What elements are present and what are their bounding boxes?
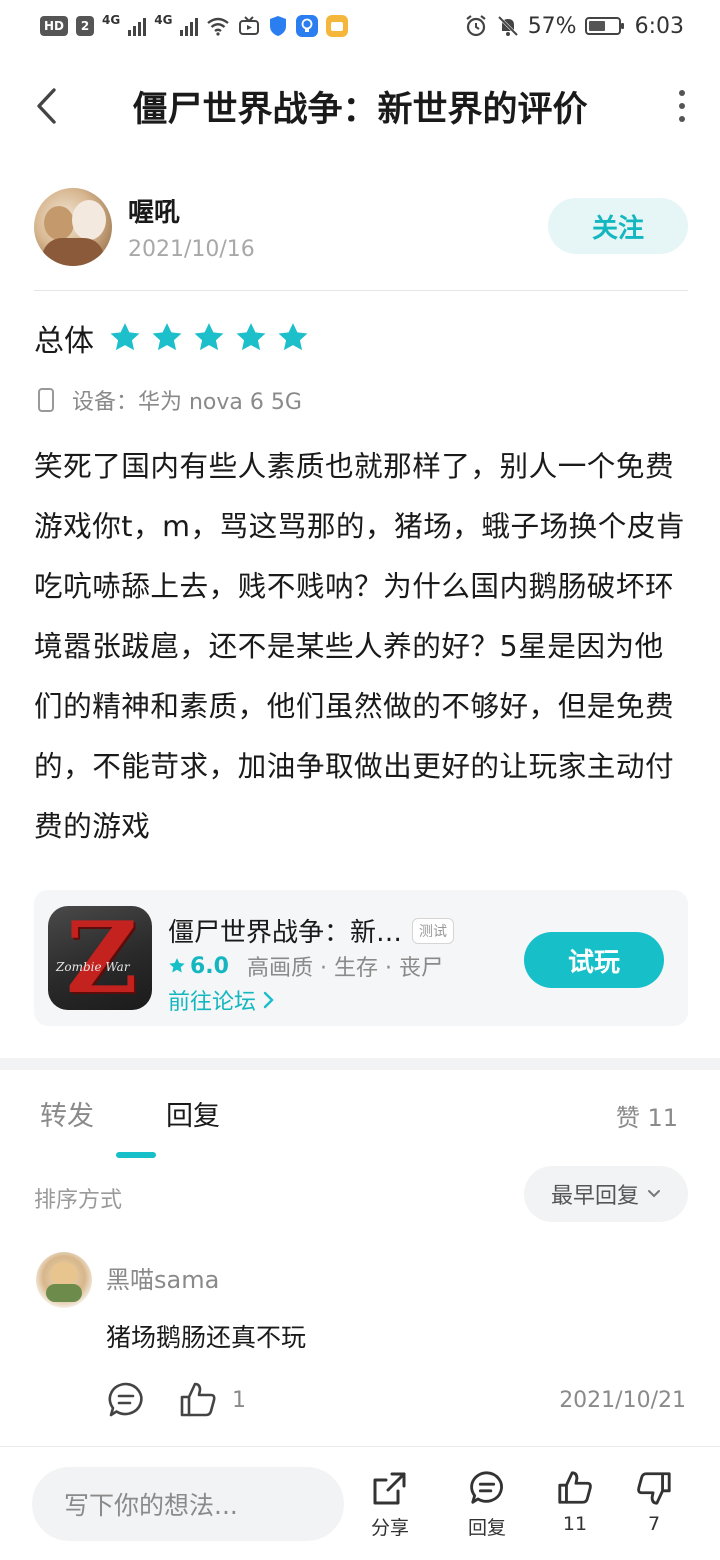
app-name-row: 僵尸世界战争：新… 测试 — [168, 912, 455, 949]
alarm-icon — [466, 15, 486, 37]
review-body: 笑死了国内有些人素质也就那样了，别人一个免费游戏你t，m，骂这骂那的，猪场，蛾子… — [34, 449, 686, 843]
author-name[interactable]: 喔吼 — [128, 192, 255, 229]
comment-like-count: 1 — [232, 1387, 246, 1413]
tab-forward[interactable]: 转发 — [40, 1094, 94, 1133]
more-menu-button[interactable] — [674, 84, 690, 128]
back-button[interactable] — [22, 82, 70, 130]
star-rating — [108, 321, 310, 355]
author-section: 喔吼 2021/10/16 关注 — [34, 182, 688, 272]
test-tag: 测试 — [412, 917, 455, 944]
try-play-button[interactable]: 试玩 — [524, 932, 664, 988]
battery-icon — [584, 17, 624, 35]
app-score: 6.0 — [190, 953, 229, 979]
reply-icon[interactable] — [106, 1380, 146, 1420]
signal-icon — [128, 16, 147, 36]
star-icon — [278, 323, 308, 351]
star-icon — [169, 958, 185, 973]
section-divider — [0, 1058, 720, 1070]
thumbs-up-icon[interactable] — [178, 1380, 218, 1420]
star-icon — [152, 323, 182, 351]
star-icon — [194, 323, 224, 351]
reply-label: 回复 — [467, 1517, 506, 1539]
sort-dropdown[interactable]: 最早回复 — [524, 1166, 688, 1222]
sort-selected: 最早回复 — [550, 1184, 639, 1209]
tab-bar: 转发 回复 — [40, 1094, 220, 1133]
author-info: 喔吼 2021/10/16 — [128, 192, 255, 262]
review-date: 2021/10/16 — [128, 237, 255, 262]
phone-icon — [38, 388, 54, 412]
author-avatar[interactable] — [34, 188, 112, 266]
sort-label: 排序方式 — [34, 1188, 123, 1213]
forum-link-label: 前往论坛 — [168, 990, 257, 1015]
star-icon — [110, 323, 140, 351]
thumbs-down-icon — [637, 1472, 671, 1505]
chevron-right-icon — [263, 991, 274, 1009]
rating-row: 总体 — [34, 316, 310, 360]
status-right: 57% 6:03 — [464, 14, 684, 39]
wifi-icon — [207, 17, 230, 36]
more-dot-icon — [679, 90, 685, 96]
comment-username[interactable]: 黑喵sama — [106, 1260, 219, 1295]
chevron-left-icon — [37, 88, 56, 124]
share-button[interactable]: 分享 — [370, 1469, 410, 1540]
app-tags: 高画质 · 生存 · 丧尸 — [246, 956, 443, 981]
forum-link[interactable]: 前往论坛 — [168, 984, 276, 1016]
app-card[interactable]: Z Zombie War 僵尸世界战争：新… 测试 6.0 高画质 · 生存 ·… — [34, 890, 688, 1026]
tab-reply[interactable]: 回复 — [166, 1094, 220, 1133]
device-row: 设备：华为 nova 6 5G — [38, 384, 302, 416]
device-label: 设备：华为 nova 6 5G — [72, 390, 302, 415]
reply-icon — [470, 1471, 503, 1504]
chevron-down-icon — [648, 1190, 660, 1198]
like-button[interactable]: 11 — [555, 1469, 595, 1535]
network-type-1: 4G — [102, 13, 121, 27]
app-meta: 6.0 高画质 · 生存 · 丧尸 — [168, 950, 443, 982]
dislike-button[interactable]: 7 — [634, 1469, 674, 1535]
network-type-2: 4G — [154, 13, 173, 27]
reply-button[interactable]: 回复 — [467, 1469, 507, 1540]
divider — [34, 290, 688, 291]
comment-avatar[interactable] — [36, 1252, 92, 1308]
app-icon-letter: Z — [66, 906, 138, 1010]
like-count: 11 — [562, 1513, 588, 1535]
shield-app-icon — [270, 16, 287, 36]
header: 僵尸世界战争：新世界的评价 — [0, 62, 720, 150]
dislike-count: 7 — [647, 1513, 661, 1535]
thumbs-up-icon — [558, 1471, 592, 1504]
battery-percent: 57% — [527, 13, 577, 39]
comment-date: 2021/10/21 — [559, 1388, 686, 1413]
tv-icon — [239, 16, 260, 35]
active-tab-indicator — [116, 1152, 156, 1158]
mute-icon — [497, 15, 518, 37]
signal-icon-2 — [180, 16, 199, 36]
follow-button[interactable]: 关注 — [548, 198, 688, 254]
comment-actions: 1 — [106, 1380, 246, 1420]
folder-app-icon — [326, 15, 349, 37]
app-name[interactable]: 僵尸世界战争：新… — [168, 912, 402, 949]
status-left: HD 2 4G 4G — [40, 13, 349, 37]
share-icon — [373, 1472, 406, 1505]
status-bar: HD 2 4G 4G 57% 6:03 — [0, 0, 720, 52]
app-icon-text: Zombie War — [56, 960, 130, 974]
hd-label: HD — [44, 19, 65, 33]
comment-text: 猪场鹅肠还真不玩 — [106, 1323, 307, 1352]
status-time: 6:03 — [634, 13, 684, 39]
star-icon — [236, 323, 266, 351]
likes-count: 赞 11 — [615, 1104, 678, 1132]
bottom-bar: 写下你的想法... 分享 回复 11 7 — [0, 1446, 720, 1560]
page-title: 僵尸世界战争：新世界的评价 — [132, 89, 588, 130]
rating-label: 总体 — [34, 324, 94, 359]
more-dot-icon — [679, 116, 685, 122]
share-label: 分享 — [370, 1517, 409, 1539]
bulb-app-icon — [296, 15, 319, 37]
comment-input[interactable]: 写下你的想法... — [32, 1467, 344, 1541]
hd-sub-badge: 2 — [76, 16, 95, 36]
hd-badge: HD — [40, 16, 69, 36]
hd-sub-label: 2 — [80, 19, 90, 33]
more-dot-icon — [679, 103, 685, 109]
app-icon[interactable]: Z Zombie War — [48, 906, 152, 1010]
